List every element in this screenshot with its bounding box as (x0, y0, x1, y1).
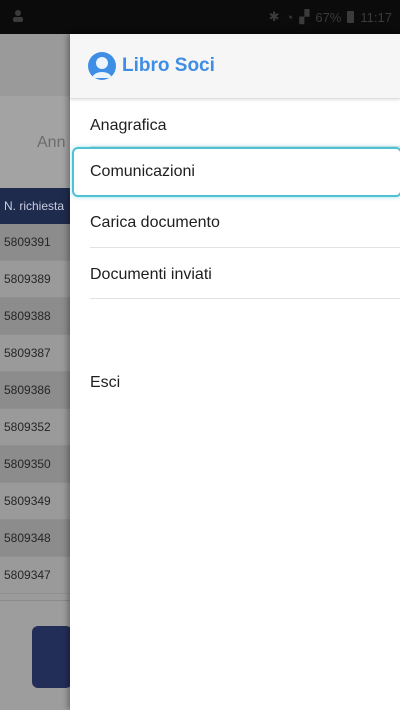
table-row: 5809350 (0, 446, 70, 483)
bluetooth-icon: ✱ (268, 9, 280, 24)
menu-item-anagrafica[interactable]: Anagrafica (70, 114, 400, 138)
status-bar: ✱ ◔ ▞ 67% 11:17 (0, 0, 400, 34)
background-action-button (32, 626, 70, 688)
menu-divider (90, 247, 400, 248)
drawer-title: Libro Soci (122, 55, 215, 76)
menu-item-esci[interactable]: Esci (70, 371, 400, 395)
table-row: 5809349 (0, 483, 70, 520)
table-header: N. richiesta (0, 188, 70, 224)
clock: 11:17 (360, 9, 392, 25)
table-row: 5809388 (0, 298, 70, 335)
table-row: 5809347 (0, 557, 70, 594)
menu-divider (90, 298, 400, 299)
background-app: Ann N. richiesta 5809391 5809389 5809388 58… (0, 34, 70, 710)
table-row: 5809348 (0, 520, 70, 557)
table-row: 5809391 (0, 224, 70, 261)
table-row: 5809389 (0, 261, 70, 298)
navigation-drawer: Libro Soci Anagrafica Comunicazioni Cari… (70, 34, 400, 710)
battery-percent: 67% (315, 9, 342, 25)
table-row: 5809386 (0, 372, 70, 409)
status-icons: ✱ ◔ ▞ 67% 11:17 (269, 9, 392, 25)
menu-item-documenti-inviati[interactable]: Documenti inviati (70, 263, 400, 287)
menu-item-carica-documento[interactable]: Carica documento (70, 211, 400, 235)
drawer-header: Libro Soci (70, 34, 400, 99)
table-row: 5809352 (0, 409, 70, 446)
user-avatar-icon (88, 52, 116, 80)
background-filter-label: Ann (37, 134, 66, 151)
background-app-bar (0, 34, 70, 96)
signal-icon: ▞ (299, 9, 310, 24)
menu-item-comunicazioni[interactable]: Comunicazioni (72, 147, 400, 197)
table-row: 5809387 (0, 335, 70, 372)
battery-icon (347, 11, 355, 23)
notification-icon (13, 10, 23, 22)
wifi-icon: ◔ (285, 9, 294, 25)
